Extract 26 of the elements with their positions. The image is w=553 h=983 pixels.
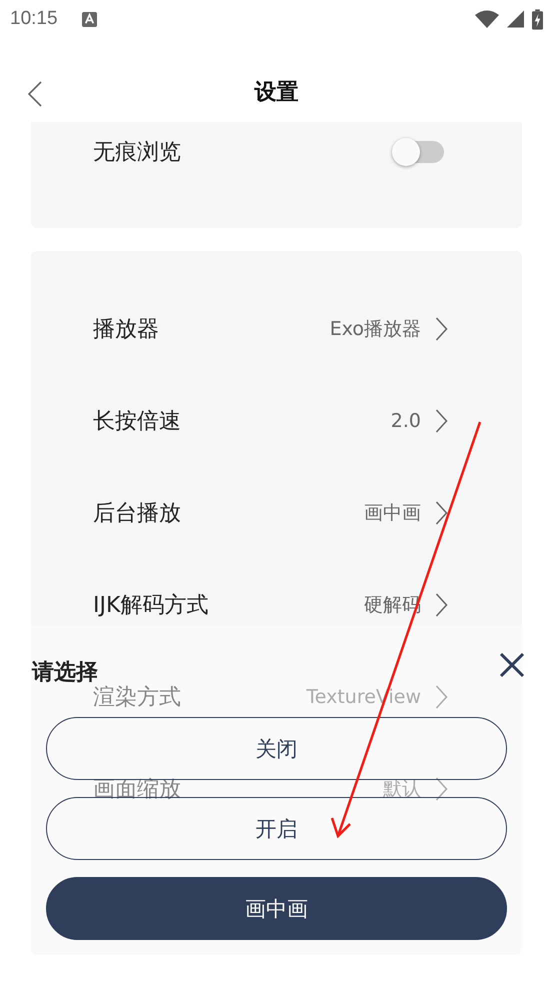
- page-title: 设置: [254, 79, 298, 107]
- chevron-right-icon[interactable]: [435, 409, 448, 433]
- back-icon[interactable]: [28, 81, 42, 107]
- chevron-right-icon[interactable]: [435, 593, 448, 617]
- signal-icon: [507, 10, 524, 28]
- keyboard-notification-icon: [82, 12, 97, 26]
- option-button[interactable]: 开启: [46, 797, 507, 860]
- status-time: 10:15: [10, 8, 58, 30]
- setting-label: 后台播放: [93, 500, 182, 528]
- option-button[interactable]: 画中画: [46, 877, 507, 940]
- setting-label: 播放器: [93, 316, 160, 344]
- wifi-icon: [475, 10, 499, 28]
- setting-label: 渲染方式: [93, 684, 182, 712]
- chevron-right-icon[interactable]: [435, 777, 448, 801]
- chevron-right-icon[interactable]: [435, 501, 448, 525]
- setting-value: 画中画: [364, 501, 421, 526]
- setting-value: Exo播放器: [330, 317, 421, 342]
- setting-label: IJK解码方式: [93, 592, 210, 620]
- chevron-right-icon[interactable]: [435, 317, 448, 341]
- setting-label: 长按倍速: [93, 408, 182, 436]
- setting-label: 无痕浏览: [93, 139, 182, 167]
- sheet-title: 请选择: [32, 659, 98, 686]
- setting-value: 2.0: [390, 410, 421, 432]
- close-icon[interactable]: [499, 652, 525, 678]
- battery-icon: [532, 8, 543, 30]
- option-button[interactable]: 关闭: [46, 717, 507, 780]
